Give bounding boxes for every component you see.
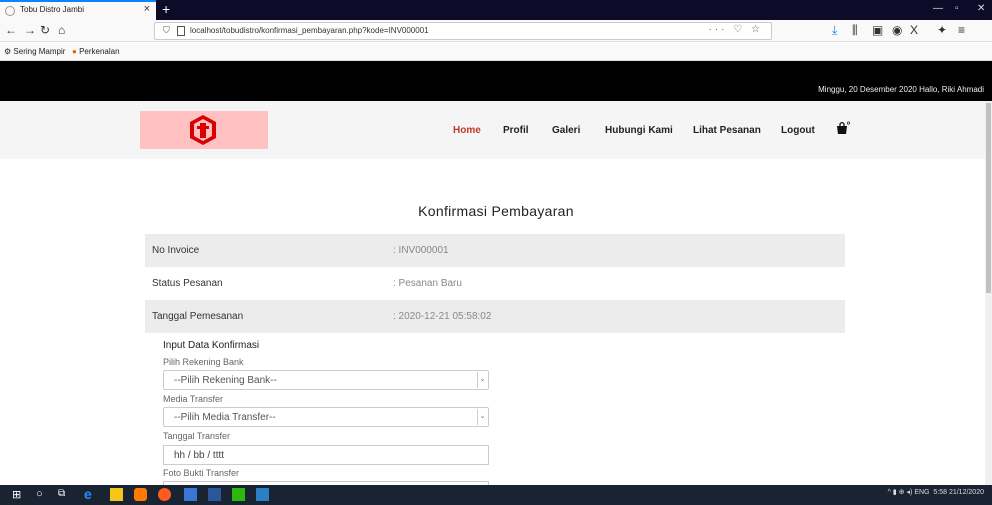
chevron-down-icon: ⌄ <box>477 372 487 388</box>
date-greeting: Minggu, 20 Desember 2020 Hallo, Riki Ahm… <box>818 85 984 94</box>
close-tab-icon[interactable]: × <box>144 3 150 15</box>
bank-label: Pilih Rekening Bank <box>163 357 244 367</box>
forward-icon[interactable]: → <box>24 23 36 37</box>
logo-icon <box>190 115 216 145</box>
page-actions-icon[interactable]: ··· ♡ ☆ <box>709 24 763 35</box>
firefox-icon[interactable] <box>158 488 171 501</box>
bookmark-sering-mampir[interactable]: ⚙ Sering Mampir <box>4 47 65 56</box>
detail-label: No Invoice <box>152 245 200 256</box>
url-text: localhost/tobudistro/konfirmasi_pembayar… <box>190 26 429 35</box>
nav-logout[interactable]: Logout <box>781 125 815 136</box>
favicon-icon <box>5 6 15 16</box>
reload-icon[interactable]: ↻ <box>40 23 50 37</box>
shield-icon: ⛉ <box>163 25 170 35</box>
restore-icon[interactable]: ▫ <box>955 3 959 14</box>
nav-galeri[interactable]: Galeri <box>552 125 580 136</box>
media-select[interactable]: --Pilih Media Transfer-- ⌄ <box>163 407 489 427</box>
date-label: Tanggal Transfer <box>163 431 231 441</box>
minimize-icon[interactable]: — <box>933 3 943 14</box>
date-input[interactable]: hh / bb / tttt <box>163 445 489 465</box>
word-icon[interactable] <box>208 488 221 501</box>
bank-select[interactable]: --Pilih Rekening Bank-- ⌄ <box>163 370 489 390</box>
home-icon[interactable]: ⌂ <box>58 23 65 37</box>
account-icon[interactable]: ◉ <box>892 23 902 37</box>
photoshop-icon[interactable] <box>256 488 269 501</box>
tab-title: Tobu Distro Jambi <box>20 5 85 14</box>
close-window-icon[interactable]: ✕ <box>977 3 985 14</box>
bookmark-perkenalan[interactable]: ● Perkenalan <box>72 47 120 56</box>
detail-value: : INV000001 <box>393 245 449 256</box>
detail-row-status: Status Pesanan : Pesanan Baru <box>145 267 845 300</box>
page-icon <box>177 26 185 36</box>
browser-tab-strip: Tobu Distro Jambi × + — ▫ ✕ <box>0 0 992 20</box>
detail-row-invoice: No Invoice : INV000001 <box>145 234 845 267</box>
mail-icon[interactable] <box>184 488 197 501</box>
photo-label: Foto Bukti Transfer <box>163 468 240 478</box>
system-tray[interactable]: ^ ▮ ⊕ ◂) ENG 5:58 21/12/2020 <box>888 488 984 496</box>
download-icon[interactable]: ⤓ <box>832 23 837 38</box>
extension-icon[interactable]: X <box>910 23 918 37</box>
page-title: Konfirmasi Pembayaran <box>418 203 574 219</box>
dreamweaver-icon[interactable] <box>232 488 245 501</box>
file-explorer-icon[interactable] <box>110 488 123 501</box>
new-tab-icon[interactable]: + <box>162 1 170 17</box>
bookmarks-bar: ⚙ Sering Mampir ● Perkenalan <box>0 43 992 61</box>
nav-home[interactable]: Home <box>453 125 481 136</box>
nav-profil[interactable]: Profil <box>503 125 529 136</box>
windows-start-icon[interactable]: ⊞ <box>12 488 25 501</box>
site-logo[interactable] <box>140 111 268 149</box>
form-title: Input Data Konfirmasi <box>163 340 260 351</box>
detail-row-date: Tanggal Pemesanan : 2020-12-21 05:58:02 <box>145 300 845 333</box>
windows-taskbar: ⊞ ○ ⧉ e ^ ▮ ⊕ ◂) ENG 5:58 21/12/2020 <box>0 485 992 505</box>
task-view-icon[interactable]: ⧉ <box>58 488 71 501</box>
site-header: Home Profil Galeri Hubungi Kami Lihat Pe… <box>0 101 992 159</box>
detail-label: Status Pesanan <box>152 278 223 289</box>
app-icon[interactable] <box>134 488 147 501</box>
site-top-bar: Minggu, 20 Desember 2020 Hallo, Riki Ahm… <box>0 61 992 101</box>
edge-icon[interactable]: e <box>84 486 97 502</box>
chevron-down-icon: ⌄ <box>477 409 487 425</box>
media-label: Media Transfer <box>163 394 224 404</box>
media-select-value: --Pilih Media Transfer-- <box>174 412 276 423</box>
detail-label: Tanggal Pemesanan <box>152 311 244 322</box>
detail-value: : 2020-12-21 05:58:02 <box>393 311 492 322</box>
url-bar[interactable]: ⛉ localhost/tobudistro/konfirmasi_pembay… <box>154 22 772 40</box>
menu-icon[interactable]: ≡ <box>958 23 965 37</box>
detail-value: : Pesanan Baru <box>393 278 462 289</box>
nav-hubungi-kami[interactable]: Hubungi Kami <box>605 125 673 136</box>
search-icon[interactable]: ○ <box>36 488 49 501</box>
gift-icon[interactable]: ✦ <box>937 23 947 37</box>
library-icon[interactable]: ⫼ <box>852 23 858 38</box>
nav-lihat-pesanan[interactable]: Lihat Pesanan <box>693 125 761 136</box>
date-input-value: hh / bb / tttt <box>174 450 225 461</box>
back-icon[interactable]: ← <box>5 23 17 37</box>
sidebar-icon[interactable]: ▣ <box>872 23 883 37</box>
cart-icon[interactable] <box>836 121 850 135</box>
browser-toolbar: ← → ↻ ⌂ ⛉ localhost/tobudistro/konfirmas… <box>0 20 992 42</box>
scrollbar-thumb[interactable] <box>986 103 991 293</box>
bank-select-value: --Pilih Rekening Bank-- <box>174 375 277 386</box>
browser-tab[interactable]: Tobu Distro Jambi × <box>0 0 156 20</box>
